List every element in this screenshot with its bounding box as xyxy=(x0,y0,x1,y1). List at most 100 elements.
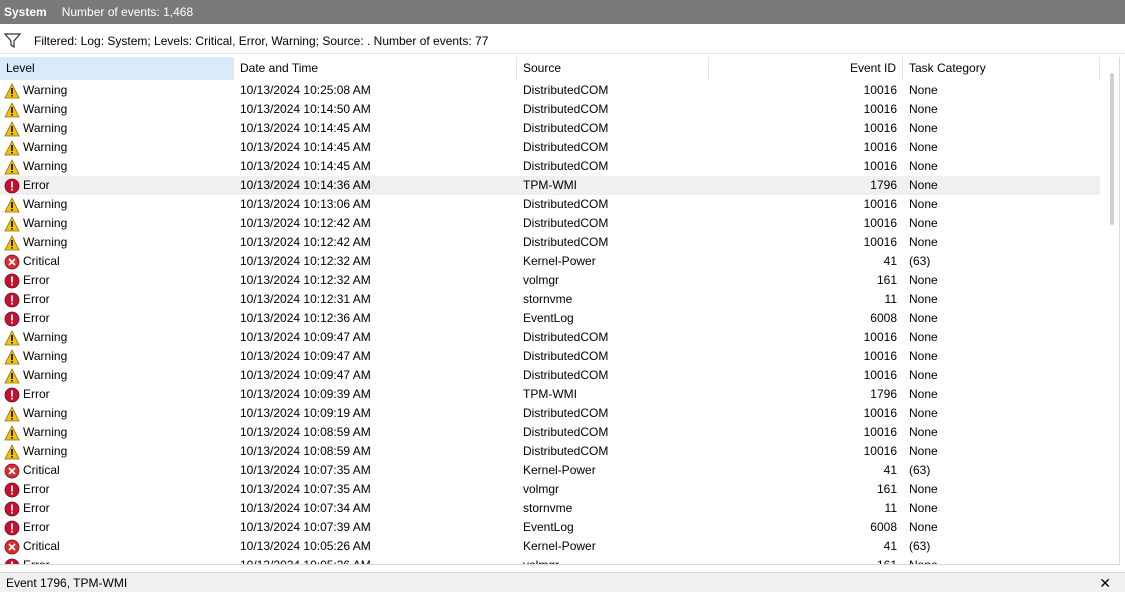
date-cell: 10/13/2024 10:09:19 AM xyxy=(240,406,371,420)
critical-icon xyxy=(4,539,20,555)
error-icon xyxy=(4,273,20,289)
source-cell: DistributedCOM xyxy=(523,83,609,97)
task-category-cell: None xyxy=(909,520,938,534)
task-category-cell: None xyxy=(909,292,938,306)
level-cell: Warning xyxy=(0,328,234,347)
warning-icon xyxy=(4,120,20,137)
event-row[interactable]: Error 10/13/2024 10:07:34 AM stornvme 11 Non… xyxy=(0,499,1100,518)
level-text: Error xyxy=(23,387,50,401)
column-header-source[interactable]: Source xyxy=(517,57,709,80)
date-cell: 10/13/2024 10:12:32 AM xyxy=(240,273,371,287)
event-row[interactable]: Error 10/13/2024 10:05:26 AM volmgr 161 None xyxy=(0,556,1100,564)
task-category-cell: None xyxy=(909,311,938,325)
date-cell: 10/13/2024 10:07:35 AM xyxy=(240,482,371,496)
event-id-cell: 10016 xyxy=(863,444,897,458)
warning-icon xyxy=(4,234,20,251)
event-row[interactable]: Warning 10/13/2024 10:12:42 AM Distributed… xyxy=(0,233,1100,252)
level-text: Error xyxy=(23,292,50,306)
event-row[interactable]: Warning 10/13/2024 10:09:47 AM Distributed… xyxy=(0,347,1100,366)
source-cell: DistributedCOM xyxy=(523,140,609,154)
level-text: Warning xyxy=(23,140,68,154)
event-id-cell: 10016 xyxy=(863,140,897,154)
level-text: Error xyxy=(23,178,50,192)
source-cell: volmgr xyxy=(523,273,560,287)
critical-icon xyxy=(4,463,20,479)
source-cell: Kernel-Power xyxy=(523,539,596,553)
level-cell: Error xyxy=(0,385,234,404)
level-text: Error xyxy=(23,482,50,496)
event-row[interactable]: Warning 10/13/2024 10:09:47 AM Distributed… xyxy=(0,366,1100,385)
date-cell: 10/13/2024 10:13:06 AM xyxy=(240,197,371,211)
event-row[interactable]: Error 10/13/2024 10:12:31 AM stornvme 11 Non… xyxy=(0,290,1100,309)
event-row[interactable]: Error 10/13/2024 10:09:39 AM TPM-WMI 1796 No… xyxy=(0,385,1100,404)
task-category-cell: None xyxy=(909,425,938,439)
event-row[interactable]: Critical 10/13/2024 10:05:26 AM Kernel-Pow… xyxy=(0,537,1100,556)
event-row[interactable]: Warning 10/13/2024 10:14:45 AM Distributed… xyxy=(0,119,1100,138)
event-id-cell: 6008 xyxy=(870,311,897,325)
filter-icon xyxy=(4,32,22,48)
warning-icon xyxy=(4,405,20,422)
event-row[interactable]: Error 10/13/2024 10:12:32 AM volmgr 161 None xyxy=(0,271,1100,290)
event-row[interactable]: Error 10/13/2024 10:12:36 AM EventLog 6008 N… xyxy=(0,309,1100,328)
event-id-cell: 10016 xyxy=(863,197,897,211)
level-cell: Warning xyxy=(0,214,234,233)
level-cell: Critical xyxy=(0,252,234,271)
event-id-cell: 10016 xyxy=(863,235,897,249)
error-icon xyxy=(4,178,20,194)
level-text: Warning xyxy=(23,368,68,382)
column-header-date-time[interactable]: Date and Time xyxy=(234,57,517,80)
close-icon[interactable]: ✕ xyxy=(1099,575,1111,592)
column-header-level[interactable]: Level xyxy=(0,57,234,80)
event-row[interactable]: Warning 10/13/2024 10:08:59 AM Distributed… xyxy=(0,442,1100,461)
task-category-cell: None xyxy=(909,159,938,173)
event-id-cell: 161 xyxy=(876,273,897,287)
event-id-cell: 10016 xyxy=(863,102,897,116)
column-header-task-category[interactable]: Task Category xyxy=(903,57,1100,80)
level-text: Error xyxy=(23,311,50,325)
task-category-cell: (63) xyxy=(909,463,931,477)
event-row[interactable]: Warning 10/13/2024 10:14:45 AM Distributed… xyxy=(0,157,1100,176)
level-cell: Warning xyxy=(0,138,234,157)
date-cell: 10/13/2024 10:12:31 AM xyxy=(240,292,371,306)
events-grid: Level Date and Time Source Event ID Task… xyxy=(0,57,1120,565)
event-row[interactable]: Error 10/13/2024 10:07:35 AM volmgr 161 None xyxy=(0,480,1100,499)
task-category-cell: (63) xyxy=(909,539,931,553)
error-icon xyxy=(4,520,20,536)
event-row[interactable]: Critical 10/13/2024 10:07:35 AM Kernel-Pow… xyxy=(0,461,1100,480)
task-category-cell: None xyxy=(909,178,938,192)
level-text: Critical xyxy=(23,254,60,268)
event-row[interactable]: Warning 10/13/2024 10:25:08 AM Distributed… xyxy=(0,81,1100,100)
event-row[interactable]: Warning 10/13/2024 10:14:45 AM Distributed… xyxy=(0,138,1100,157)
event-row[interactable]: Critical 10/13/2024 10:12:32 AM Kernel-Pow… xyxy=(0,252,1100,271)
date-cell: 10/13/2024 10:09:47 AM xyxy=(240,368,371,382)
event-row[interactable]: Error 10/13/2024 10:14:36 AM TPM-WMI 1796 No… xyxy=(0,176,1100,195)
level-cell: Error xyxy=(0,518,234,537)
column-header-event-id[interactable]: Event ID xyxy=(709,57,903,80)
level-text: Error xyxy=(23,501,50,515)
event-row[interactable]: Error 10/13/2024 10:07:39 AM EventLog 6008 N… xyxy=(0,518,1100,537)
event-row[interactable]: Warning 10/13/2024 10:13:06 AM Distributed… xyxy=(0,195,1100,214)
level-text: Warning xyxy=(23,102,68,116)
source-cell: DistributedCOM xyxy=(523,159,609,173)
scrollbar-thumb[interactable] xyxy=(1110,73,1114,225)
event-row[interactable]: Warning 10/13/2024 10:08:59 AM Distributed… xyxy=(0,423,1100,442)
event-row[interactable]: Warning 10/13/2024 10:12:42 AM Distributed… xyxy=(0,214,1100,233)
date-cell: 10/13/2024 10:14:45 AM xyxy=(240,121,371,135)
level-cell: Error xyxy=(0,309,234,328)
event-id-cell: 10016 xyxy=(863,349,897,363)
level-cell: Critical xyxy=(0,461,234,480)
level-cell: Error xyxy=(0,499,234,518)
date-cell: 10/13/2024 10:07:35 AM xyxy=(240,463,371,477)
event-id-cell: 161 xyxy=(876,482,897,496)
source-cell: Kernel-Power xyxy=(523,254,596,268)
event-row[interactable]: Warning 10/13/2024 10:09:19 AM Distributed… xyxy=(0,404,1100,423)
event-row[interactable]: Warning 10/13/2024 10:14:50 AM Distributed… xyxy=(0,100,1100,119)
task-category-cell: None xyxy=(909,330,938,344)
level-cell: Error xyxy=(0,556,234,564)
event-id-cell: 6008 xyxy=(870,520,897,534)
date-cell: 10/13/2024 10:08:59 AM xyxy=(240,425,371,439)
source-cell: DistributedCOM xyxy=(523,121,609,135)
event-row[interactable]: Warning 10/13/2024 10:09:47 AM Distributed… xyxy=(0,328,1100,347)
vertical-scrollbar[interactable] xyxy=(1104,57,1119,564)
task-category-cell: None xyxy=(909,482,938,496)
